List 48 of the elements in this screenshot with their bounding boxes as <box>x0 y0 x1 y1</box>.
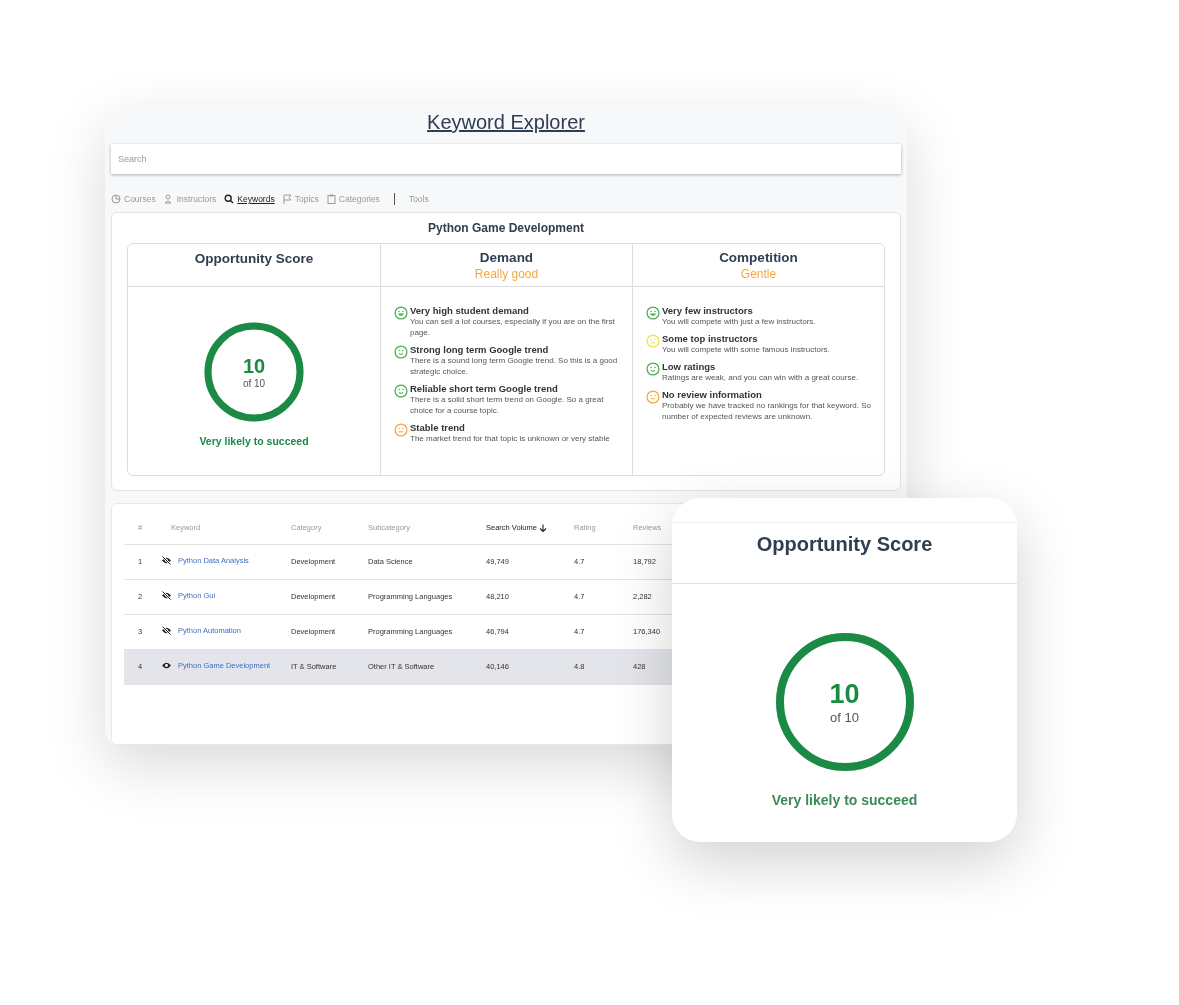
criterion-description: You will compete with some famous instructors. <box>662 344 830 355</box>
tab[interactable]: Keywords <box>224 194 275 204</box>
eye-icon[interactable] <box>161 661 172 670</box>
tab[interactable]: Instructors <box>163 194 217 204</box>
clipboard-icon <box>326 194 336 204</box>
criterion-description: There is a sound long term Google trend. So this is a good strategic choice. <box>410 355 619 377</box>
pie-chart-icon <box>111 194 121 204</box>
criterion-title: Very high student demand <box>410 305 530 316</box>
tab[interactable]: Topics <box>282 194 319 204</box>
eye-slash-icon[interactable] <box>161 626 172 635</box>
score-max: of 10 <box>830 710 859 725</box>
sort-down-icon <box>538 523 547 532</box>
criterion-description: Ratings are weak, and you can win with a great course. <box>662 372 859 383</box>
rating-text: Really good <box>474 267 539 281</box>
criterion-title: Reliable short term Google trend <box>410 383 559 394</box>
criterion-title: Strong long term Google trend <box>410 344 550 355</box>
criterion-title: Very few instructors <box>662 305 754 316</box>
tab[interactable]: Tools <box>408 194 429 204</box>
column-heading: Competition <box>719 250 798 265</box>
score-value: 10 <box>829 679 860 710</box>
card-heading: Opportunity Score <box>756 533 933 555</box>
score-max: of 10 <box>242 378 266 389</box>
search-icon <box>224 194 235 204</box>
criterion-description: Probably we have tracked no rankings for that keyword. So number of expected reviews are unknown. <box>662 400 872 422</box>
column-heading: Demand <box>479 250 534 265</box>
criterion-title: Low ratings <box>662 361 717 372</box>
verdict-text: Very likely to succeed <box>771 792 918 808</box>
criterion-description: You can sell a lot courses, especially if you are on the first page. <box>410 316 616 338</box>
separator <box>393 193 395 205</box>
score-value: 10 <box>242 355 266 378</box>
search-field[interactable]: Search <box>111 144 901 174</box>
eye-slash-icon[interactable] <box>161 556 172 565</box>
keyword-title: Python Game Development <box>426 221 585 235</box>
criterion-title: No review information <box>662 389 763 400</box>
criterion-description: There is a solid short term trend on Google. So a great choice for a course topic. <box>410 394 605 416</box>
tab[interactable]: Categories <box>326 194 380 204</box>
people-icon <box>163 194 174 204</box>
column-heading: Opportunity Score <box>194 251 314 266</box>
tab[interactable]: Courses <box>111 194 156 204</box>
criterion-title: Some top instructors <box>662 333 759 344</box>
verdict-text: Very likely to succeed <box>199 435 309 447</box>
page-title[interactable]: Keyword Explorer <box>427 111 585 133</box>
criterion-description: You will compete with just a few instructors. <box>662 316 816 327</box>
criterion-description: The market trend for that topic is unknown or very stable <box>410 433 610 444</box>
rating-text: Gentle <box>740 267 777 281</box>
flag-icon <box>282 194 292 204</box>
eye-slash-icon[interactable] <box>161 591 172 600</box>
criterion-title: Stable trend <box>410 422 466 433</box>
